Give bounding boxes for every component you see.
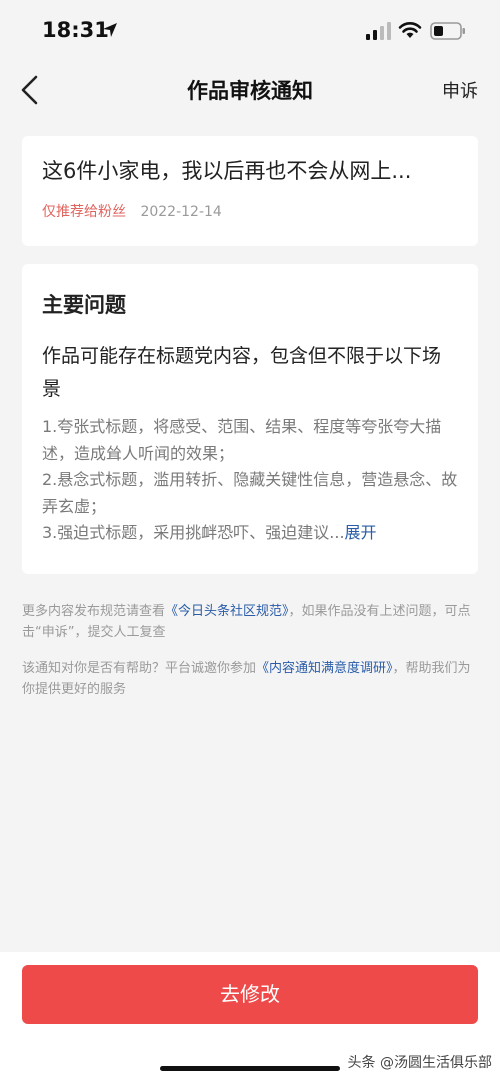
expand-link[interactable]: 展开 — [345, 523, 377, 542]
cellular-signal-icon — [366, 22, 391, 40]
location-arrow-icon — [103, 23, 117, 37]
note1-prefix: 更多内容发布规范请查看 — [22, 604, 166, 619]
article-meta: 仅推荐给粉丝 2022-12-14 — [42, 202, 458, 222]
issue-details-text: 1.夸张式标题，将感受、范围、结果、程度等夸张夸大描述，造成耸人听闻的效果； 2… — [42, 417, 458, 542]
battery-icon — [430, 22, 465, 40]
bottom-action-area: 去修改 头条 @汤圆生活俱乐部 — [0, 952, 500, 1082]
survey-note: 该通知对你是否有帮助？平台诚邀你参加《内容通知满意度调研》，帮助我们为你提供更好… — [22, 658, 478, 700]
visibility-tag: 仅推荐给粉丝 — [42, 204, 126, 220]
issue-details: 1.夸张式标题，将感受、范围、结果、程度等夸张夸大描述，造成耸人听闻的效果； 2… — [42, 414, 458, 547]
appeal-button[interactable]: 申诉 — [442, 77, 478, 103]
publish-date: 2022-12-14 — [140, 204, 222, 220]
guideline-note: 更多内容发布规范请查看《今日头条社区规范》，如果作品没有上述问题，可点击“申诉”… — [22, 601, 478, 643]
status-bar: 18:31 — [0, 0, 500, 60]
survey-link[interactable]: 《内容通知满意度调研》 — [256, 661, 393, 676]
article-card[interactable]: 这6件小家电，我以后再也不会从网上... 仅推荐给粉丝 2022-12-14 — [22, 136, 478, 246]
home-indicator — [160, 1066, 340, 1071]
article-title: 这6件小家电，我以后再也不会从网上... — [42, 159, 412, 183]
note2-prefix: 该通知对你是否有帮助？平台诚邀你参加 — [22, 661, 257, 676]
edit-button[interactable]: 去修改 — [22, 965, 478, 1024]
wifi-icon — [398, 22, 422, 38]
issue-heading: 主要问题 — [42, 293, 126, 317]
status-time: 18:31 — [42, 18, 109, 42]
page-title: 作品审核通知 — [187, 79, 313, 103]
nav-bar: 作品审核通知 申诉 — [0, 62, 500, 118]
issue-card: 主要问题 作品可能存在标题党内容，包含但不限于以下场景 1.夸张式标题，将感受、… — [22, 264, 478, 574]
watermark: 头条 @汤圆生活俱乐部 — [347, 1055, 492, 1071]
community-guidelines-link[interactable]: 《今日头条社区规范》 — [165, 604, 289, 619]
issue-summary: 作品可能存在标题党内容，包含但不限于以下场景 — [42, 345, 442, 400]
